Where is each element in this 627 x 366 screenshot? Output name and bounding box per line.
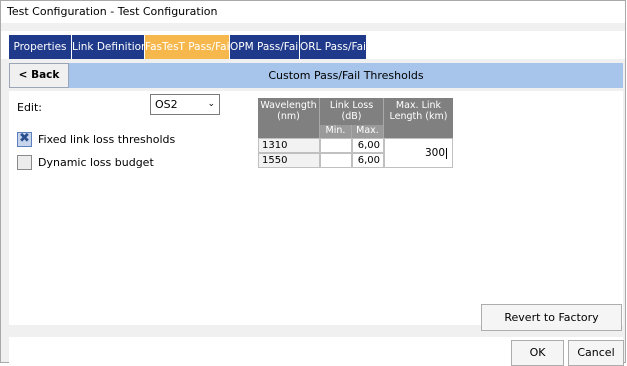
edit-label: Edit: bbox=[17, 101, 43, 114]
max-loss-input[interactable]: 6,00 bbox=[352, 138, 384, 153]
fiber-type-select[interactable]: OS2 ⌄ bbox=[150, 94, 220, 115]
cancel-button[interactable]: Cancel bbox=[568, 340, 624, 366]
dynamic-budget-label: Dynamic loss budget bbox=[38, 156, 154, 169]
text-cursor bbox=[446, 147, 447, 159]
tab-fastest-pass-fail[interactable]: FasTesT Pass/Fail bbox=[145, 35, 232, 59]
max-link-length-value: 300 bbox=[424, 147, 445, 159]
tab-properties[interactable]: Properties bbox=[9, 35, 71, 59]
col-min-header: Min. bbox=[320, 125, 352, 138]
tab-opm-pass-fail[interactable]: OPM Pass/Fail bbox=[230, 35, 301, 59]
fiber-type-value: OS2 bbox=[155, 98, 178, 111]
test-configuration-window: Test Configuration - Test Configuration … bbox=[0, 0, 626, 366]
ok-button[interactable]: OK bbox=[511, 340, 564, 366]
col-length-header: Max. Link Length (km) bbox=[384, 98, 453, 138]
nav-header: < Back Custom Pass/Fail Thresholds bbox=[9, 63, 623, 88]
min-loss-input[interactable] bbox=[320, 153, 352, 168]
tab-orl-pass-fail[interactable]: ORL Pass/Fail bbox=[300, 35, 369, 59]
checkmark-x-icon: ✖ bbox=[19, 131, 30, 146]
min-loss-input[interactable] bbox=[320, 138, 352, 153]
thresholds-panel: Edit: OS2 ⌄ ✖ Fixed link loss thresholds… bbox=[9, 91, 623, 325]
max-link-length-input[interactable]: 300 bbox=[384, 138, 453, 168]
row-wavelength: 1310 bbox=[258, 138, 320, 153]
back-button[interactable]: < Back bbox=[9, 63, 69, 88]
window-title: Test Configuration - Test Configuration bbox=[1, 1, 625, 23]
row-wavelength: 1550 bbox=[258, 153, 320, 168]
fixed-thresholds-checkbox[interactable]: ✖ bbox=[17, 131, 32, 147]
col-wavelength-header: Wavelength (nm) bbox=[258, 98, 320, 138]
col-max-header: Max. bbox=[352, 125, 384, 138]
chevron-down-icon: ⌄ bbox=[207, 99, 215, 109]
revert-to-factory-settings-button[interactable]: Revert to Factory Settings bbox=[481, 304, 622, 349]
fixed-thresholds-label: Fixed link loss thresholds bbox=[38, 133, 176, 146]
page-title: Custom Pass/Fail Thresholds bbox=[268, 69, 424, 82]
tab-link-definition[interactable]: Link Definition bbox=[72, 35, 148, 59]
tab-strip: Properties Link Definition FasTesT Pass/… bbox=[1, 31, 625, 59]
dynamic-budget-checkbox[interactable] bbox=[17, 155, 32, 170]
col-link-loss-header: Link Loss (dB) bbox=[320, 98, 384, 125]
max-loss-input[interactable]: 6,00 bbox=[352, 153, 384, 168]
